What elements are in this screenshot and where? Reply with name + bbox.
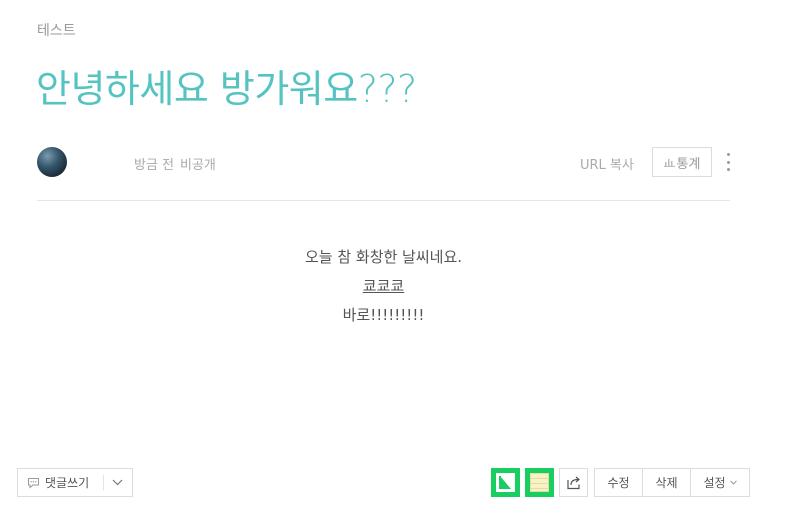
share-icon — [566, 476, 580, 490]
post-content: 오늘 참 화창한 날씨네요. 쿄쿄쿄 바로!!!!!!!!! — [37, 243, 730, 330]
post-actions: 수정 삭제 설정 — [594, 468, 750, 497]
url-copy-button[interactable]: URL 복사 — [580, 154, 634, 173]
delete-button[interactable]: 삭제 — [642, 469, 690, 496]
comment-button[interactable]: 댓글쓰기 — [17, 468, 133, 497]
stats-button[interactable]: 통계 — [652, 147, 712, 177]
settings-button[interactable]: 설정 — [690, 469, 749, 496]
author-avatar[interactable] — [37, 147, 67, 177]
comment-bubble-icon — [28, 477, 39, 489]
post-meta-row: 방금 전 비공개 URL 복사 통계 — [37, 145, 730, 179]
post-meta: 방금 전 비공개 — [134, 154, 216, 173]
comment-label: 댓글쓰기 — [45, 476, 90, 490]
bar-chart-icon — [663, 159, 675, 167]
chevron-down-icon — [112, 479, 123, 486]
comment-toggle[interactable] — [104, 469, 132, 496]
post-category[interactable]: 테스트 — [37, 20, 76, 40]
post-title: 안녕하세요 방가워요??? — [36, 67, 417, 111]
comment-write[interactable]: 댓글쓰기 — [18, 469, 103, 496]
edit-button[interactable]: 수정 — [595, 469, 642, 496]
keep-bookmark-icon — [496, 473, 515, 492]
keep-button[interactable] — [491, 468, 520, 497]
content-link[interactable]: 쿄쿄쿄 — [363, 277, 404, 295]
more-vertical-icon[interactable] — [721, 151, 735, 173]
stats-label: 통계 — [676, 156, 701, 172]
settings-label: 설정 — [703, 476, 726, 490]
memo-icon — [530, 473, 549, 492]
content-line: 바로!!!!!!!!! — [342, 306, 425, 324]
header-divider — [37, 200, 730, 201]
share-button[interactable] — [559, 468, 588, 497]
post-time: 방금 전 — [134, 158, 175, 173]
chevron-down-icon — [729, 480, 737, 485]
memo-button[interactable] — [525, 468, 554, 497]
post-visibility: 비공개 — [180, 158, 216, 173]
content-line: 오늘 참 화창한 날씨네요. — [304, 248, 463, 266]
